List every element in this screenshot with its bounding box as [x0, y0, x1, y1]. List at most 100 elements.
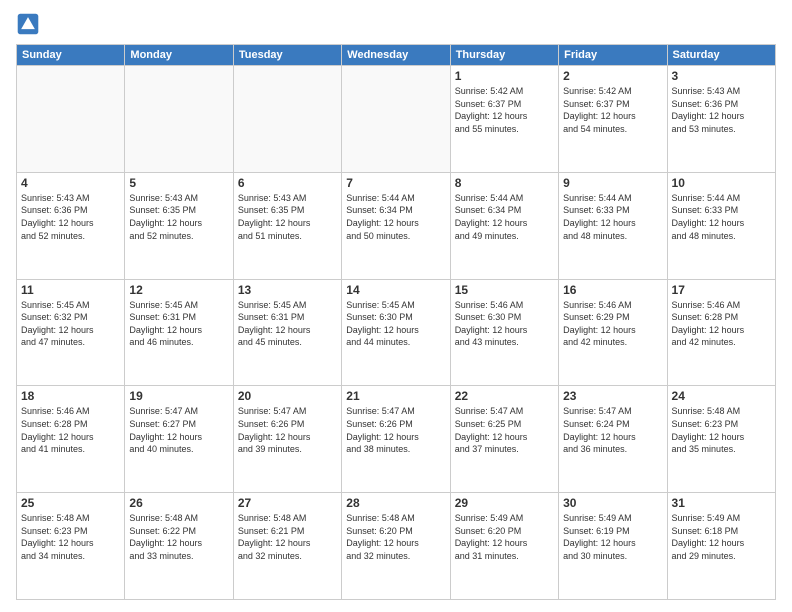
day-number: 4	[21, 176, 120, 190]
day-info: Sunrise: 5:48 AM Sunset: 6:23 PM Dayligh…	[672, 405, 771, 455]
day-number: 30	[563, 496, 662, 510]
day-info: Sunrise: 5:48 AM Sunset: 6:23 PM Dayligh…	[21, 512, 120, 562]
day-number: 27	[238, 496, 337, 510]
day-number: 6	[238, 176, 337, 190]
day-cell: 21 Sunrise: 5:47 AM Sunset: 6:26 PM Dayli…	[342, 386, 450, 493]
day-number: 18	[21, 389, 120, 403]
week-row-4: 18 Sunrise: 5:46 AM Sunset: 6:28 PM Dayli…	[17, 386, 776, 493]
day-number: 19	[129, 389, 228, 403]
day-cell: 18 Sunrise: 5:46 AM Sunset: 6:28 PM Dayli…	[17, 386, 125, 493]
day-cell: 22 Sunrise: 5:47 AM Sunset: 6:25 PM Dayli…	[450, 386, 558, 493]
header-day-monday: Monday	[125, 45, 233, 66]
day-cell	[233, 66, 341, 173]
day-cell: 4 Sunrise: 5:43 AM Sunset: 6:36 PM Daylig…	[17, 172, 125, 279]
day-info: Sunrise: 5:48 AM Sunset: 6:22 PM Dayligh…	[129, 512, 228, 562]
day-number: 12	[129, 283, 228, 297]
day-cell: 10 Sunrise: 5:44 AM Sunset: 6:33 PM Dayli…	[667, 172, 775, 279]
day-cell: 14Sunrise: 5:45 AM Sunset: 6:30 PM Dayli…	[342, 279, 450, 386]
header-day-thursday: Thursday	[450, 45, 558, 66]
day-info: Sunrise: 5:45 AM Sunset: 6:31 PM Dayligh…	[238, 299, 337, 349]
week-row-5: 25 Sunrise: 5:48 AM Sunset: 6:23 PM Dayli…	[17, 493, 776, 600]
day-cell	[17, 66, 125, 173]
day-number: 2	[563, 69, 662, 83]
day-info: Sunrise: 5:47 AM Sunset: 6:26 PM Dayligh…	[346, 405, 445, 455]
day-number: 16	[563, 283, 662, 297]
header-day-wednesday: Wednesday	[342, 45, 450, 66]
day-info: Sunrise: 5:43 AM Sunset: 6:35 PM Dayligh…	[129, 192, 228, 242]
week-row-3: 11 Sunrise: 5:45 AM Sunset: 6:32 PM Dayli…	[17, 279, 776, 386]
day-cell: 30 Sunrise: 5:49 AM Sunset: 6:19 PM Dayli…	[559, 493, 667, 600]
day-cell: 5 Sunrise: 5:43 AM Sunset: 6:35 PM Daylig…	[125, 172, 233, 279]
day-info: Sunrise: 5:46 AM Sunset: 6:29 PM Dayligh…	[563, 299, 662, 349]
day-cell: 16 Sunrise: 5:46 AM Sunset: 6:29 PM Dayli…	[559, 279, 667, 386]
day-info: Sunrise: 5:47 AM Sunset: 6:24 PM Dayligh…	[563, 405, 662, 455]
day-info: Sunrise: 5:42 AM Sunset: 6:37 PM Dayligh…	[563, 85, 662, 135]
header-day-sunday: Sunday	[17, 45, 125, 66]
day-number: 20	[238, 389, 337, 403]
day-number: 5	[129, 176, 228, 190]
day-cell: 13 Sunrise: 5:45 AM Sunset: 6:31 PM Dayli…	[233, 279, 341, 386]
day-cell: 15Sunrise: 5:46 AM Sunset: 6:30 PM Dayli…	[450, 279, 558, 386]
logo	[16, 12, 44, 36]
day-number: 3	[672, 69, 771, 83]
header-day-saturday: Saturday	[667, 45, 775, 66]
day-info: Sunrise: 5:47 AM Sunset: 6:25 PM Dayligh…	[455, 405, 554, 455]
day-number: 8	[455, 176, 554, 190]
day-cell	[342, 66, 450, 173]
day-cell: 31Sunrise: 5:49 AM Sunset: 6:18 PM Dayli…	[667, 493, 775, 600]
header-row: SundayMondayTuesdayWednesdayThursdayFrid…	[17, 45, 776, 66]
calendar-page: SundayMondayTuesdayWednesdayThursdayFrid…	[0, 0, 792, 612]
day-info: Sunrise: 5:43 AM Sunset: 6:36 PM Dayligh…	[21, 192, 120, 242]
day-cell: 20 Sunrise: 5:47 AM Sunset: 6:26 PM Dayli…	[233, 386, 341, 493]
day-cell: 29Sunrise: 5:49 AM Sunset: 6:20 PM Dayli…	[450, 493, 558, 600]
day-cell: 9 Sunrise: 5:44 AM Sunset: 6:33 PM Daylig…	[559, 172, 667, 279]
day-number: 11	[21, 283, 120, 297]
day-info: Sunrise: 5:47 AM Sunset: 6:26 PM Dayligh…	[238, 405, 337, 455]
day-number: 1	[455, 69, 554, 83]
day-info: Sunrise: 5:44 AM Sunset: 6:33 PM Dayligh…	[672, 192, 771, 242]
day-info: Sunrise: 5:47 AM Sunset: 6:27 PM Dayligh…	[129, 405, 228, 455]
day-info: Sunrise: 5:44 AM Sunset: 6:34 PM Dayligh…	[455, 192, 554, 242]
day-cell: 25 Sunrise: 5:48 AM Sunset: 6:23 PM Dayli…	[17, 493, 125, 600]
day-cell: 17Sunrise: 5:46 AM Sunset: 6:28 PM Dayli…	[667, 279, 775, 386]
day-number: 22	[455, 389, 554, 403]
day-cell: 23 Sunrise: 5:47 AM Sunset: 6:24 PM Dayli…	[559, 386, 667, 493]
day-info: Sunrise: 5:49 AM Sunset: 6:20 PM Dayligh…	[455, 512, 554, 562]
day-number: 28	[346, 496, 445, 510]
day-number: 23	[563, 389, 662, 403]
day-number: 14	[346, 283, 445, 297]
day-cell: 2 Sunrise: 5:42 AM Sunset: 6:37 PM Daylig…	[559, 66, 667, 173]
day-number: 13	[238, 283, 337, 297]
day-info: Sunrise: 5:49 AM Sunset: 6:18 PM Dayligh…	[672, 512, 771, 562]
header-day-tuesday: Tuesday	[233, 45, 341, 66]
day-info: Sunrise: 5:43 AM Sunset: 6:35 PM Dayligh…	[238, 192, 337, 242]
day-number: 24	[672, 389, 771, 403]
day-number: 10	[672, 176, 771, 190]
day-number: 21	[346, 389, 445, 403]
week-row-2: 4 Sunrise: 5:43 AM Sunset: 6:36 PM Daylig…	[17, 172, 776, 279]
day-cell	[125, 66, 233, 173]
day-cell: 3Sunrise: 5:43 AM Sunset: 6:36 PM Daylig…	[667, 66, 775, 173]
day-number: 26	[129, 496, 228, 510]
day-cell: 19 Sunrise: 5:47 AM Sunset: 6:27 PM Dayli…	[125, 386, 233, 493]
week-row-1: 1 Sunrise: 5:42 AM Sunset: 6:37 PM Daylig…	[17, 66, 776, 173]
day-cell: 11 Sunrise: 5:45 AM Sunset: 6:32 PM Dayli…	[17, 279, 125, 386]
day-info: Sunrise: 5:49 AM Sunset: 6:19 PM Dayligh…	[563, 512, 662, 562]
day-cell: 28 Sunrise: 5:48 AM Sunset: 6:20 PM Dayli…	[342, 493, 450, 600]
day-number: 9	[563, 176, 662, 190]
day-cell: 27 Sunrise: 5:48 AM Sunset: 6:21 PM Dayli…	[233, 493, 341, 600]
calendar-table: SundayMondayTuesdayWednesdayThursdayFrid…	[16, 44, 776, 600]
day-cell: 8 Sunrise: 5:44 AM Sunset: 6:34 PM Daylig…	[450, 172, 558, 279]
day-number: 25	[21, 496, 120, 510]
day-info: Sunrise: 5:48 AM Sunset: 6:20 PM Dayligh…	[346, 512, 445, 562]
day-info: Sunrise: 5:48 AM Sunset: 6:21 PM Dayligh…	[238, 512, 337, 562]
day-info: Sunrise: 5:44 AM Sunset: 6:33 PM Dayligh…	[563, 192, 662, 242]
day-info: Sunrise: 5:46 AM Sunset: 6:28 PM Dayligh…	[21, 405, 120, 455]
day-cell: 24 Sunrise: 5:48 AM Sunset: 6:23 PM Dayli…	[667, 386, 775, 493]
day-number: 7	[346, 176, 445, 190]
day-info: Sunrise: 5:42 AM Sunset: 6:37 PM Dayligh…	[455, 85, 554, 135]
day-info: Sunrise: 5:45 AM Sunset: 6:32 PM Dayligh…	[21, 299, 120, 349]
day-info: Sunrise: 5:44 AM Sunset: 6:34 PM Dayligh…	[346, 192, 445, 242]
day-cell: 7 Sunrise: 5:44 AM Sunset: 6:34 PM Daylig…	[342, 172, 450, 279]
header-day-friday: Friday	[559, 45, 667, 66]
